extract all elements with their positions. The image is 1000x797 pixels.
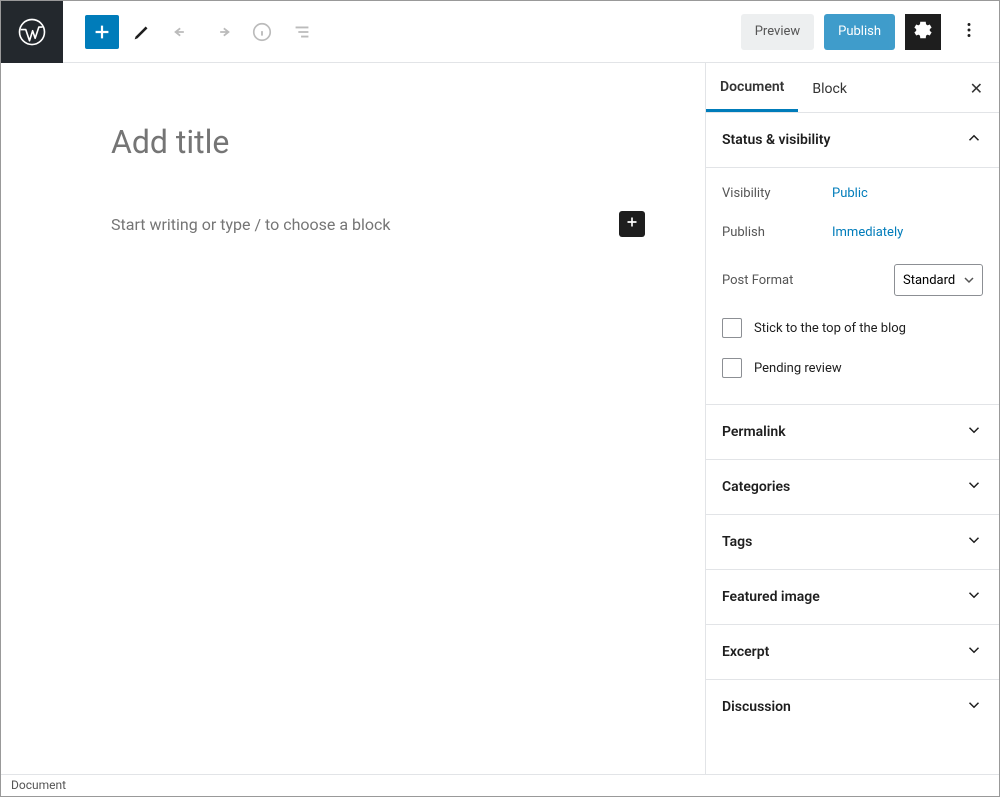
- pending-label: Pending review: [754, 361, 842, 376]
- preview-button[interactable]: Preview: [741, 14, 814, 50]
- toolbar-left-group: [63, 15, 319, 49]
- sticky-label: Stick to the top of the blog: [754, 321, 906, 336]
- footer-breadcrumb: Document: [1, 774, 999, 796]
- undo-icon[interactable]: [165, 15, 199, 49]
- sticky-checkbox[interactable]: [722, 318, 742, 338]
- edit-icon[interactable]: [125, 15, 159, 49]
- pending-checkbox[interactable]: [722, 358, 742, 378]
- post-format-label: Post Format: [722, 273, 832, 288]
- panel-title: Status & visibility: [722, 132, 830, 148]
- work-area: Document Block ✕ Status & visibility Vis…: [1, 63, 999, 774]
- tab-document[interactable]: Document: [706, 63, 798, 112]
- outline-icon[interactable]: [285, 15, 319, 49]
- publish-row: Publish Immediately: [722, 213, 983, 252]
- panel-categories[interactable]: Categories: [706, 460, 999, 515]
- sidebar-tabs: Document Block ✕: [706, 63, 999, 113]
- top-toolbar: Preview Publish: [1, 1, 999, 63]
- panel-title: Categories: [722, 479, 790, 495]
- sticky-row: Stick to the top of the blog: [722, 308, 983, 348]
- panel-title: Discussion: [722, 699, 791, 715]
- chevron-down-icon: [965, 476, 983, 498]
- info-icon[interactable]: [245, 15, 279, 49]
- kebab-icon: [958, 19, 980, 45]
- visibility-label: Visibility: [722, 186, 832, 201]
- panel-status-body: Visibility Public Publish Immediately Po…: [706, 168, 999, 405]
- block-content-input[interactable]: [111, 215, 607, 234]
- close-sidebar-button[interactable]: ✕: [954, 63, 999, 112]
- panel-title: Excerpt: [722, 644, 769, 660]
- redo-icon[interactable]: [205, 15, 239, 49]
- pending-row: Pending review: [722, 348, 983, 388]
- plus-icon: [623, 213, 641, 235]
- publish-button[interactable]: Publish: [824, 14, 895, 50]
- gear-icon: [912, 19, 934, 45]
- breadcrumb-text: Document: [11, 778, 66, 792]
- panel-title: Tags: [722, 534, 752, 550]
- chevron-down-icon: [965, 641, 983, 663]
- block-row: [111, 211, 645, 237]
- panel-status-visibility[interactable]: Status & visibility: [706, 113, 999, 168]
- visibility-value[interactable]: Public: [832, 186, 868, 201]
- tab-block[interactable]: Block: [798, 65, 861, 111]
- post-format-select[interactable]: Standard: [894, 264, 983, 296]
- panel-tags[interactable]: Tags: [706, 515, 999, 570]
- chevron-down-icon: [965, 531, 983, 553]
- inline-add-button[interactable]: [619, 211, 645, 237]
- publish-label: Publish: [722, 225, 832, 240]
- panel-excerpt[interactable]: Excerpt: [706, 625, 999, 680]
- panel-title: Featured image: [722, 589, 820, 605]
- chevron-up-icon: [965, 129, 983, 151]
- chevron-down-icon: [965, 696, 983, 718]
- publish-value[interactable]: Immediately: [832, 225, 903, 240]
- chevron-down-icon: [965, 421, 983, 443]
- panel-permalink[interactable]: Permalink: [706, 405, 999, 460]
- settings-button[interactable]: [905, 14, 941, 50]
- chevron-down-icon: [965, 586, 983, 608]
- close-icon: ✕: [970, 79, 983, 98]
- wordpress-logo-icon[interactable]: [1, 1, 63, 63]
- panel-discussion[interactable]: Discussion: [706, 680, 999, 734]
- settings-sidebar: Document Block ✕ Status & visibility Vis…: [705, 63, 999, 774]
- toolbar-right-group: Preview Publish: [741, 14, 999, 50]
- add-block-button[interactable]: [85, 15, 119, 49]
- visibility-row: Visibility Public: [722, 174, 983, 213]
- post-title-input[interactable]: [111, 123, 645, 161]
- more-options-button[interactable]: [951, 14, 987, 50]
- panel-title: Permalink: [722, 424, 786, 440]
- panel-featured-image[interactable]: Featured image: [706, 570, 999, 625]
- editor-canvas: [1, 63, 705, 774]
- post-format-row: Post Format Standard: [722, 252, 983, 308]
